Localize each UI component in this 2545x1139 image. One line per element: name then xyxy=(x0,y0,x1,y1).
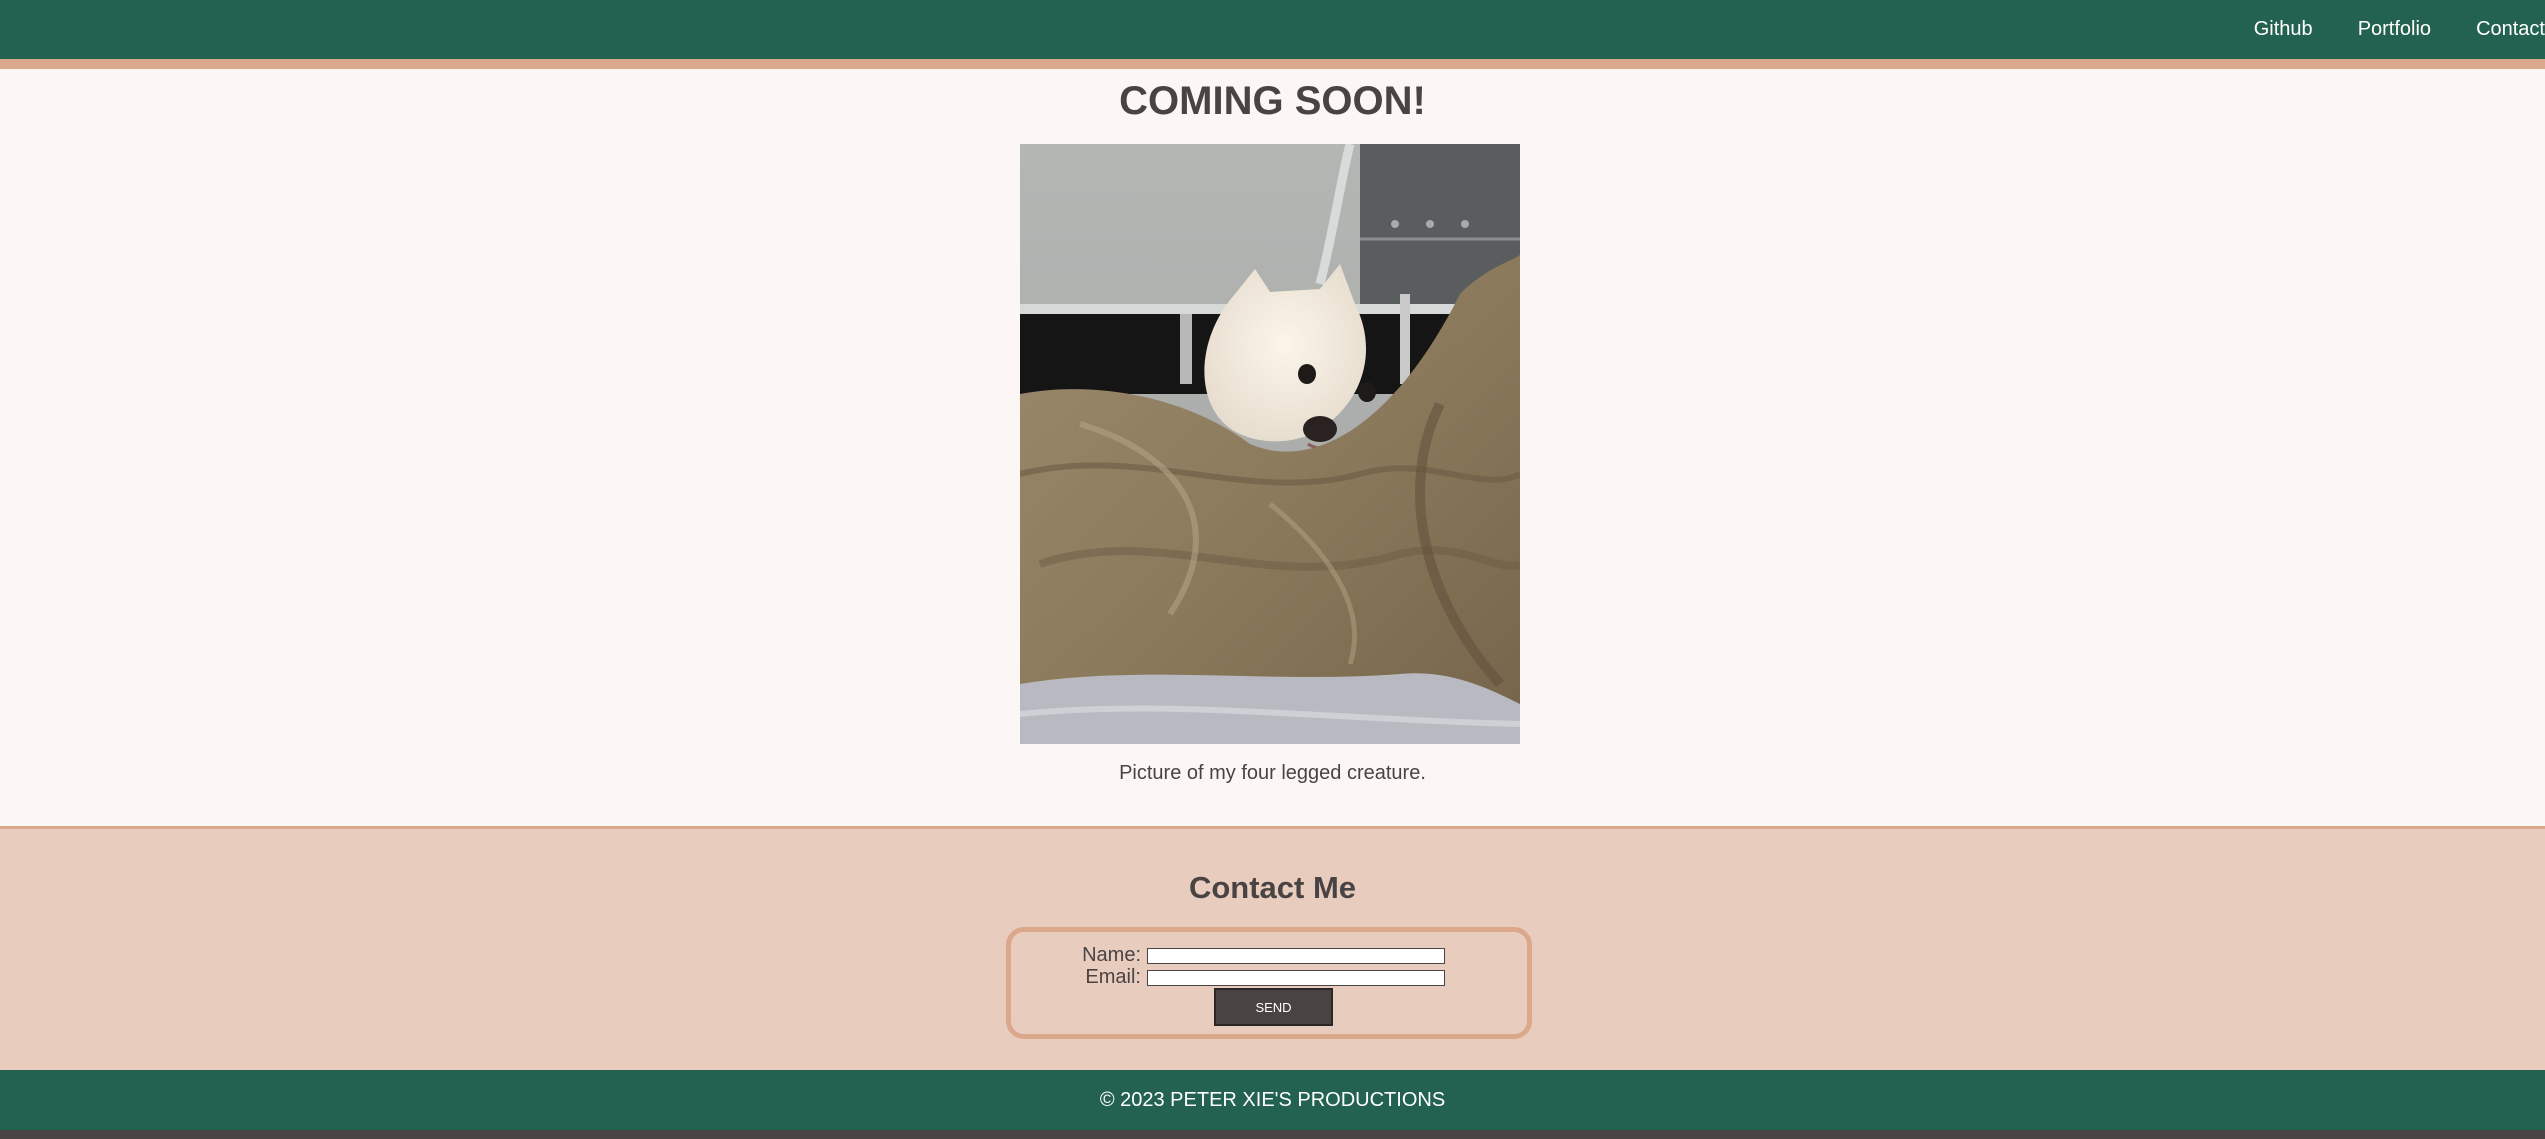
contact-form: Name: Email: SEND xyxy=(1006,927,1532,1039)
name-input[interactable] xyxy=(1147,947,1445,964)
contact-section: Contact Me Name: Email: SEND xyxy=(0,826,2545,1070)
name-label: Name: xyxy=(1082,944,1141,966)
site-header: Github Portfolio Contact xyxy=(0,0,2545,59)
header-accent-stripe xyxy=(0,59,2545,69)
email-input[interactable] xyxy=(1147,969,1445,986)
copyright-text: © 2023 PETER XIE'S PRODUCTIONS xyxy=(1099,1088,1446,1111)
send-button[interactable]: SEND xyxy=(1214,988,1333,1026)
photo-caption: Picture of my four legged creature. xyxy=(1119,762,1426,784)
name-row: Name: xyxy=(1011,944,1445,967)
dog-photo xyxy=(1020,144,1520,744)
main-section: COMING SOON! Picture of my four legged c… xyxy=(0,69,2545,826)
footer-bottom-bar xyxy=(0,1130,2545,1139)
email-label: Email: xyxy=(1085,966,1141,988)
page-title: COMING SOON! xyxy=(1119,79,1426,123)
nav-link-github[interactable]: Github xyxy=(2254,18,2313,41)
email-row: Email: xyxy=(1011,966,1445,989)
main-nav: Github Portfolio Contact xyxy=(2209,0,2545,59)
nav-link-portfolio[interactable]: Portfolio xyxy=(2358,18,2431,41)
contact-title: Contact Me xyxy=(1188,870,1357,905)
nav-link-contact[interactable]: Contact xyxy=(2476,18,2545,41)
site-footer: © 2023 PETER XIE'S PRODUCTIONS xyxy=(0,1070,2545,1130)
